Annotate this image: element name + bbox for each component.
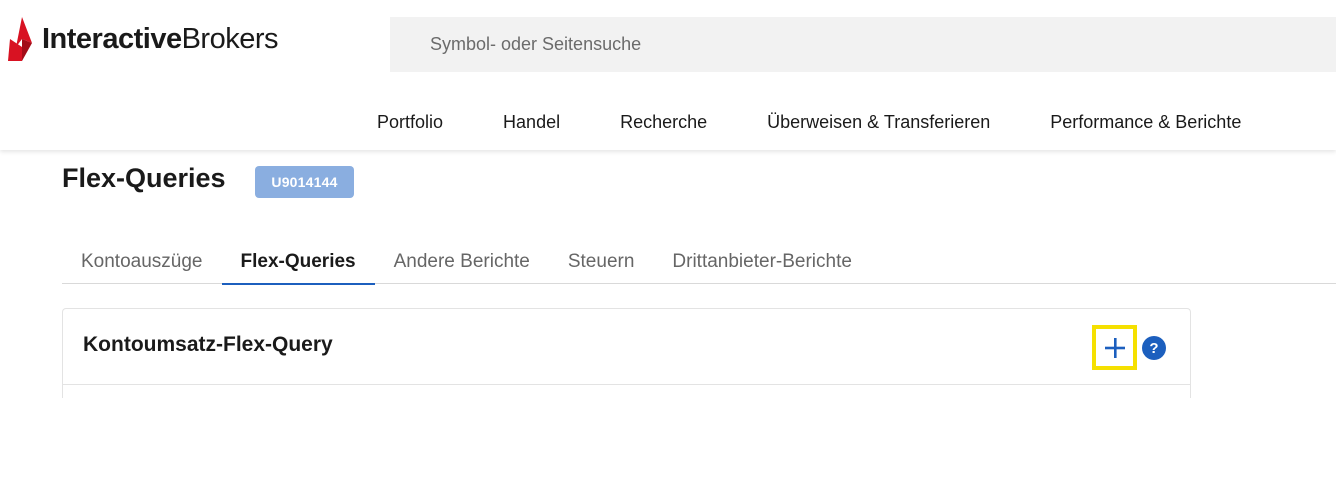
tab-andere-berichte[interactable]: Andere Berichte — [375, 245, 549, 284]
account-badge: U9014144 — [255, 166, 354, 198]
page-title: Flex-Queries — [62, 163, 226, 193]
tab-kontoauszuege[interactable]: Kontoauszüge — [62, 245, 222, 284]
logo-wordmark: InteractiveBrokers — [42, 22, 279, 55]
tab-flex-queries[interactable]: Flex-Queries — [221, 245, 375, 285]
question-icon: ? — [1149, 339, 1159, 357]
logo-wordmark-bold: Interactive — [42, 22, 182, 55]
nav-item-performance-berichte[interactable]: Performance & Berichte — [1050, 112, 1241, 133]
ib-logo-icon — [8, 17, 32, 61]
report-tabs: Kontoauszüge Flex-Queries Andere Bericht… — [62, 245, 1336, 285]
card-header: Kontoumsatz-Flex-Query ? — [63, 309, 1190, 385]
tab-drittanbieter-berichte[interactable]: Drittanbieter-Berichte — [653, 245, 871, 284]
help-button[interactable]: ? — [1142, 336, 1166, 360]
nav-item-recherche[interactable]: Recherche — [620, 112, 707, 133]
plus-icon — [1104, 337, 1125, 358]
card-title: Kontoumsatz-Flex-Query — [83, 333, 333, 356]
add-query-button[interactable] — [1092, 325, 1137, 370]
main-nav: Portfolio Handel Recherche Überweisen & … — [377, 108, 1241, 136]
nav-item-ueberweisen-transferieren[interactable]: Überweisen & Transferieren — [767, 112, 990, 133]
activity-flex-query-card: Kontoumsatz-Flex-Query ? — [62, 308, 1191, 398]
top-header: InteractiveBrokers Portfolio Handel Rech… — [0, 0, 1336, 150]
search-input[interactable] — [390, 17, 1336, 72]
tab-steuern[interactable]: Steuern — [549, 245, 654, 284]
nav-item-portfolio[interactable]: Portfolio — [377, 112, 443, 133]
interactive-brokers-logo[interactable]: InteractiveBrokers — [8, 14, 279, 64]
nav-item-handel[interactable]: Handel — [503, 112, 560, 133]
logo-wordmark-light: Brokers — [181, 22, 279, 55]
